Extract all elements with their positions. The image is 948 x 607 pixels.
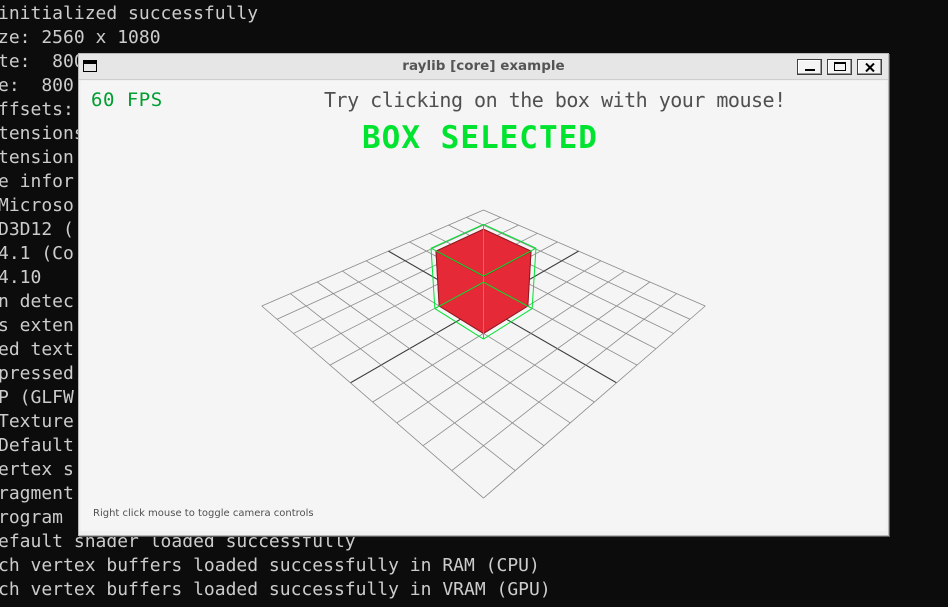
- console-line: n detec: [0, 291, 74, 312]
- console-line: 4.10: [0, 267, 42, 288]
- camera-hint: Right click mouse to toggle camera contr…: [93, 508, 314, 519]
- selection-box-edge: [430, 248, 436, 309]
- console-line: s exten: [0, 315, 74, 336]
- console-line: ragment: [0, 483, 74, 504]
- selection-box-edge: [531, 248, 537, 309]
- console-line: ch vertex buffers loaded successfully in…: [0, 579, 551, 600]
- console-line: initialized successfully: [0, 3, 259, 24]
- close-button[interactable]: [857, 59, 882, 75]
- console-line: ed text: [0, 339, 74, 360]
- console-line: tensions: [0, 123, 85, 144]
- title-bar[interactable]: raylib [core] example: [79, 54, 888, 80]
- console-line: ze: 2560 x 1080: [0, 27, 161, 48]
- grid-line: [261, 305, 484, 499]
- console-line: Microso: [0, 195, 74, 216]
- fps-counter: 60 FPS: [91, 89, 163, 111]
- console-line: ertex s: [0, 459, 74, 480]
- console-line: e: 800: [0, 75, 74, 96]
- console-line: e infor: [0, 171, 74, 192]
- raylib-window[interactable]: raylib [core] example 60 FPS Try clickin…: [78, 53, 889, 536]
- instruction-text: Try clicking on the box with your mouse!: [324, 88, 786, 112]
- console-line: ffsets:: [0, 99, 74, 120]
- console-line: P (GLFW: [0, 387, 74, 408]
- console-line: 4.1 (Co: [0, 243, 74, 264]
- minimize-button[interactable]: [797, 59, 822, 75]
- console-line: te: 800: [0, 51, 85, 72]
- close-icon: [865, 63, 875, 72]
- console-line: ch vertex buffers loaded successfully in…: [0, 555, 540, 576]
- window-title: raylib [core] example: [402, 58, 565, 74]
- console-line: Texture: [0, 411, 74, 432]
- console-line: Default: [0, 435, 74, 456]
- grid-line: [483, 305, 706, 499]
- console-line: rogram: [0, 507, 64, 528]
- console-line: tension: [0, 147, 74, 168]
- render-canvas[interactable]: 60 FPS Try clicking on the box with your…: [81, 81, 886, 531]
- box-selected-label: BOX SELECTED: [362, 120, 598, 156]
- console-line: pressed: [0, 363, 74, 384]
- maximize-button[interactable]: [827, 59, 852, 75]
- console-line: D3D12 (: [0, 219, 74, 240]
